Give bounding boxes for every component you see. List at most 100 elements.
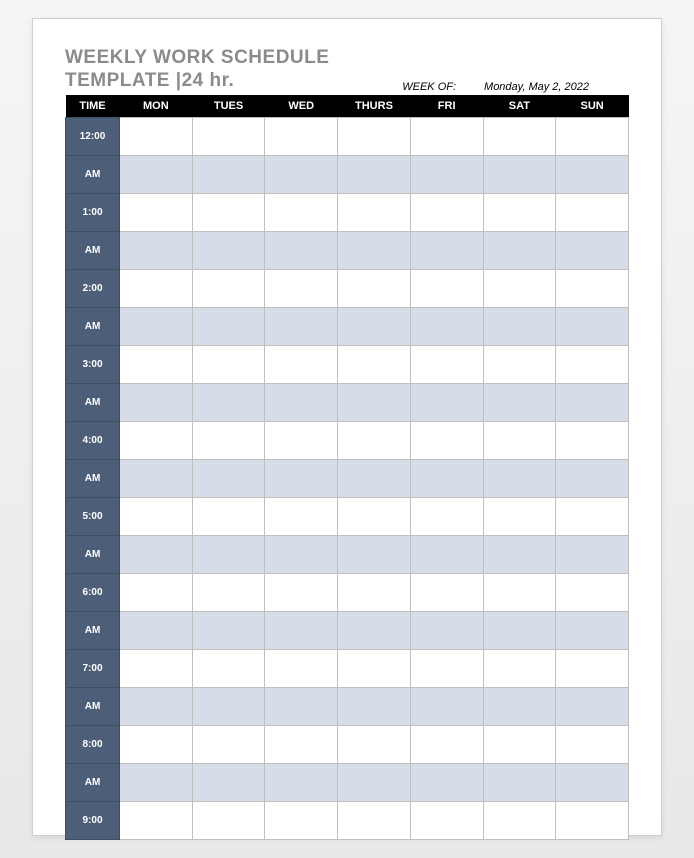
schedule-cell[interactable] [265, 307, 338, 345]
schedule-cell[interactable] [556, 193, 629, 231]
schedule-cell[interactable] [192, 269, 265, 307]
schedule-cell[interactable] [192, 307, 265, 345]
schedule-cell[interactable] [483, 307, 556, 345]
schedule-cell[interactable] [483, 459, 556, 497]
schedule-cell[interactable] [338, 459, 411, 497]
schedule-cell[interactable] [120, 801, 193, 839]
schedule-cell[interactable] [120, 725, 193, 763]
schedule-cell[interactable] [338, 801, 411, 839]
schedule-cell[interactable] [265, 345, 338, 383]
schedule-cell[interactable] [338, 307, 411, 345]
schedule-cell[interactable] [120, 345, 193, 383]
schedule-cell[interactable] [265, 459, 338, 497]
schedule-cell[interactable] [192, 345, 265, 383]
schedule-cell[interactable] [556, 763, 629, 801]
schedule-cell[interactable] [410, 155, 483, 193]
schedule-cell[interactable] [120, 459, 193, 497]
schedule-cell[interactable] [410, 763, 483, 801]
schedule-cell[interactable] [556, 649, 629, 687]
schedule-cell[interactable] [410, 345, 483, 383]
schedule-cell[interactable] [338, 611, 411, 649]
schedule-cell[interactable] [410, 801, 483, 839]
schedule-cell[interactable] [265, 421, 338, 459]
schedule-cell[interactable] [338, 687, 411, 725]
schedule-cell[interactable] [192, 535, 265, 573]
schedule-cell[interactable] [483, 801, 556, 839]
schedule-cell[interactable] [192, 801, 265, 839]
schedule-cell[interactable] [338, 269, 411, 307]
schedule-cell[interactable] [192, 193, 265, 231]
schedule-cell[interactable] [192, 763, 265, 801]
schedule-cell[interactable] [556, 573, 629, 611]
schedule-cell[interactable] [120, 573, 193, 611]
schedule-cell[interactable] [410, 421, 483, 459]
schedule-cell[interactable] [410, 687, 483, 725]
schedule-cell[interactable] [120, 535, 193, 573]
schedule-cell[interactable] [556, 117, 629, 155]
schedule-cell[interactable] [483, 421, 556, 459]
schedule-cell[interactable] [410, 117, 483, 155]
schedule-cell[interactable] [265, 497, 338, 535]
schedule-cell[interactable] [192, 231, 265, 269]
schedule-cell[interactable] [338, 725, 411, 763]
schedule-cell[interactable] [410, 497, 483, 535]
schedule-cell[interactable] [192, 383, 265, 421]
schedule-cell[interactable] [483, 345, 556, 383]
schedule-cell[interactable] [192, 573, 265, 611]
schedule-cell[interactable] [483, 231, 556, 269]
schedule-cell[interactable] [338, 193, 411, 231]
schedule-cell[interactable] [120, 383, 193, 421]
schedule-cell[interactable] [483, 193, 556, 231]
schedule-cell[interactable] [120, 269, 193, 307]
schedule-cell[interactable] [120, 231, 193, 269]
schedule-cell[interactable] [265, 383, 338, 421]
schedule-cell[interactable] [483, 649, 556, 687]
schedule-cell[interactable] [410, 193, 483, 231]
schedule-cell[interactable] [338, 117, 411, 155]
schedule-cell[interactable] [556, 497, 629, 535]
schedule-cell[interactable] [338, 573, 411, 611]
schedule-cell[interactable] [410, 611, 483, 649]
schedule-cell[interactable] [338, 497, 411, 535]
schedule-cell[interactable] [410, 231, 483, 269]
schedule-cell[interactable] [483, 117, 556, 155]
schedule-cell[interactable] [192, 687, 265, 725]
schedule-cell[interactable] [556, 269, 629, 307]
schedule-cell[interactable] [338, 231, 411, 269]
schedule-cell[interactable] [483, 611, 556, 649]
schedule-cell[interactable] [265, 117, 338, 155]
schedule-cell[interactable] [120, 421, 193, 459]
schedule-cell[interactable] [265, 649, 338, 687]
schedule-cell[interactable] [120, 687, 193, 725]
schedule-cell[interactable] [192, 155, 265, 193]
schedule-cell[interactable] [556, 801, 629, 839]
schedule-cell[interactable] [556, 611, 629, 649]
schedule-cell[interactable] [483, 687, 556, 725]
schedule-cell[interactable] [410, 269, 483, 307]
schedule-cell[interactable] [265, 231, 338, 269]
schedule-cell[interactable] [410, 535, 483, 573]
schedule-cell[interactable] [410, 459, 483, 497]
schedule-cell[interactable] [120, 649, 193, 687]
schedule-cell[interactable] [556, 459, 629, 497]
schedule-cell[interactable] [483, 763, 556, 801]
schedule-cell[interactable] [338, 421, 411, 459]
schedule-cell[interactable] [120, 763, 193, 801]
schedule-cell[interactable] [192, 421, 265, 459]
schedule-cell[interactable] [483, 573, 556, 611]
schedule-cell[interactable] [265, 763, 338, 801]
schedule-cell[interactable] [556, 535, 629, 573]
schedule-cell[interactable] [120, 611, 193, 649]
schedule-cell[interactable] [265, 535, 338, 573]
schedule-cell[interactable] [556, 383, 629, 421]
schedule-cell[interactable] [483, 497, 556, 535]
schedule-cell[interactable] [192, 649, 265, 687]
schedule-cell[interactable] [265, 801, 338, 839]
schedule-cell[interactable] [338, 763, 411, 801]
schedule-cell[interactable] [265, 269, 338, 307]
schedule-cell[interactable] [120, 155, 193, 193]
schedule-cell[interactable] [192, 725, 265, 763]
schedule-cell[interactable] [265, 611, 338, 649]
schedule-cell[interactable] [556, 421, 629, 459]
schedule-cell[interactable] [410, 307, 483, 345]
